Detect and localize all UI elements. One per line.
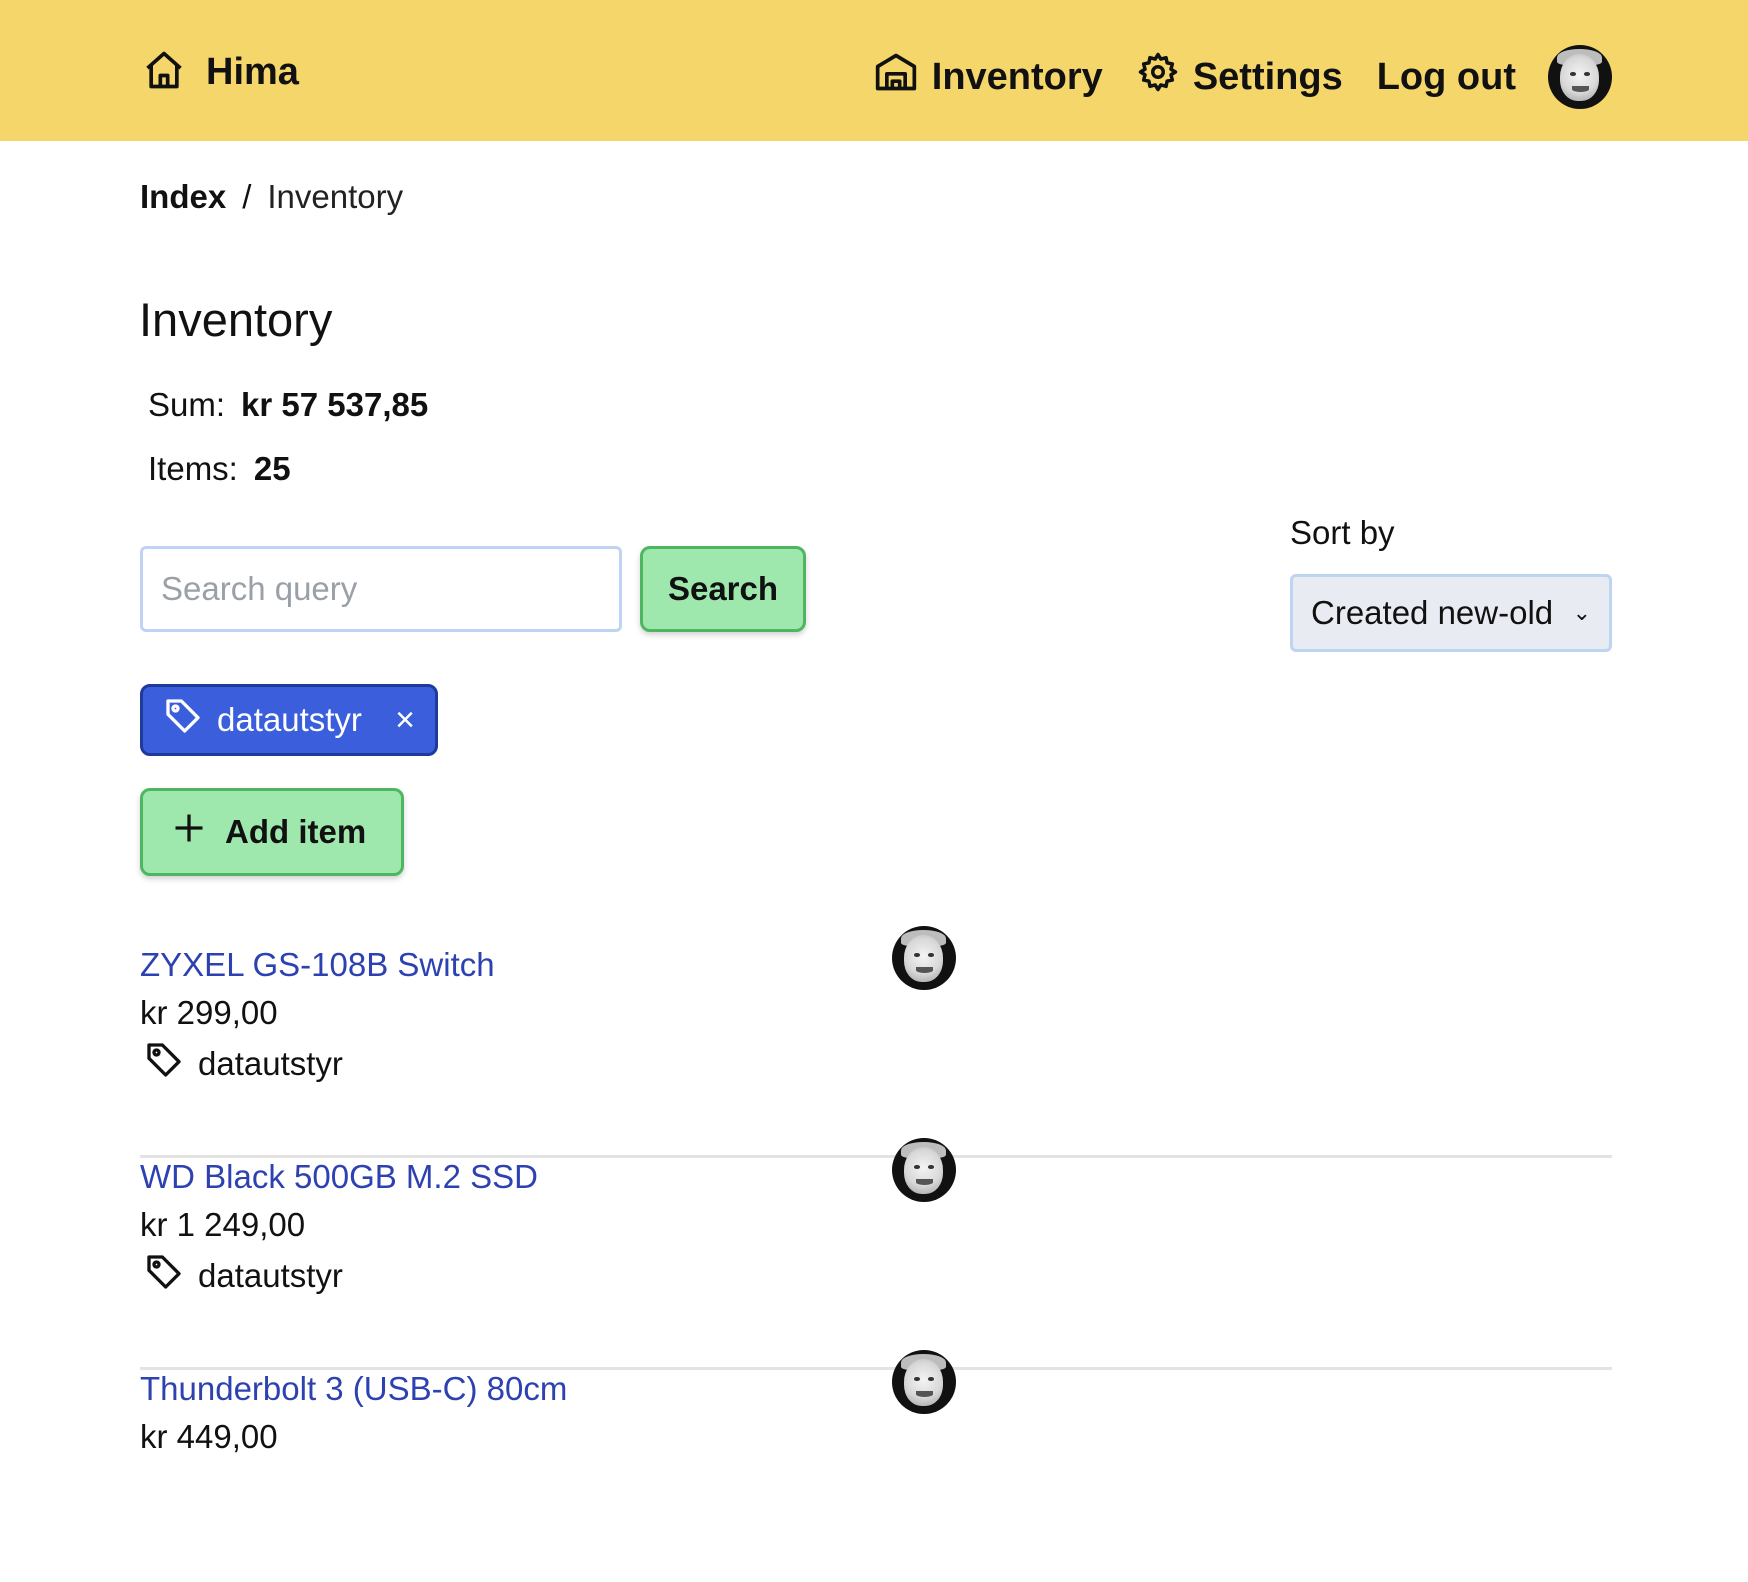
- item-price: kr 1 249,00: [140, 1206, 306, 1243]
- breadcrumb-current: Inventory: [267, 178, 404, 215]
- item-title-link[interactable]: ZYXEL GS-108B Switch: [140, 946, 495, 984]
- breadcrumb: Index / Inventory: [140, 178, 403, 216]
- logout-link[interactable]: Log out: [1377, 56, 1516, 99]
- top-navbar: Hima Inventory Settings Log out: [0, 0, 1748, 141]
- search-input[interactable]: [140, 546, 622, 632]
- inventory-item-count: Items: 25: [148, 450, 291, 488]
- tag-icon: [144, 1252, 184, 1300]
- owner-avatar: [892, 1350, 956, 1414]
- gear-icon: [1137, 51, 1179, 103]
- main-nav: Inventory Settings Log out: [874, 44, 1612, 110]
- sort-select[interactable]: Created new-old ⌄: [1290, 574, 1612, 652]
- item-title-link[interactable]: Thunderbolt 3 (USB-C) 80cm: [140, 1370, 567, 1408]
- items-value: 25: [253, 450, 291, 487]
- nav-settings-link[interactable]: Settings: [1137, 51, 1343, 103]
- breadcrumb-index-link[interactable]: Index: [140, 178, 226, 216]
- add-item-label: Add item: [225, 813, 367, 850]
- item-price: kr 449,00: [140, 1418, 278, 1455]
- warehouse-icon: [874, 50, 918, 104]
- item-tag[interactable]: datautstyr: [144, 1040, 343, 1088]
- brand-label: Hima: [206, 50, 299, 93]
- item-tag-label: datautstyr: [198, 1257, 343, 1294]
- item-title-link[interactable]: WD Black 500GB M.2 SSD: [140, 1158, 538, 1196]
- item-price: kr 299,00: [140, 994, 278, 1031]
- nav-settings-label: Settings: [1192, 55, 1343, 98]
- user-avatar[interactable]: [1548, 45, 1612, 109]
- tag-icon: [144, 1040, 184, 1088]
- home-icon: [142, 48, 186, 97]
- page-title: Inventory: [139, 293, 333, 346]
- chevron-down-icon: ⌄: [1572, 600, 1591, 625]
- items-label: Items:: [148, 450, 238, 487]
- active-tag-filter[interactable]: datautstyr ×: [140, 684, 438, 756]
- close-icon[interactable]: ×: [395, 703, 415, 737]
- owner-avatar: [892, 1138, 956, 1202]
- item-tag[interactable]: datautstyr: [144, 1252, 343, 1300]
- breadcrumb-separator: /: [242, 178, 252, 215]
- active-tag-label: datautstyr: [217, 701, 362, 738]
- sort-label: Sort by: [1290, 514, 1395, 551]
- search-button[interactable]: Search: [640, 546, 806, 632]
- owner-avatar: [892, 926, 956, 990]
- plus-icon: [171, 810, 207, 854]
- sort-selected-value: Created new-old: [1311, 594, 1554, 631]
- list-item: ZYXEL GS-108B Switch kr 299,00 datautsty…: [140, 926, 1612, 1158]
- list-item: Thunderbolt 3 (USB-C) 80cm kr 449,00: [140, 1350, 1612, 1582]
- nav-inventory-label: Inventory: [931, 55, 1103, 98]
- sum-value: kr 57 537,85: [241, 386, 429, 423]
- tag-icon: [163, 696, 203, 744]
- inventory-sum: Sum: kr 57 537,85: [148, 386, 428, 424]
- list-item: WD Black 500GB M.2 SSD kr 1 249,00 datau…: [140, 1138, 1612, 1370]
- sum-label: Sum:: [148, 386, 226, 423]
- add-item-button[interactable]: Add item: [140, 788, 404, 876]
- brand-home-link[interactable]: Hima: [142, 48, 299, 96]
- nav-inventory-link[interactable]: Inventory: [874, 50, 1103, 104]
- item-tag-label: datautstyr: [198, 1045, 343, 1082]
